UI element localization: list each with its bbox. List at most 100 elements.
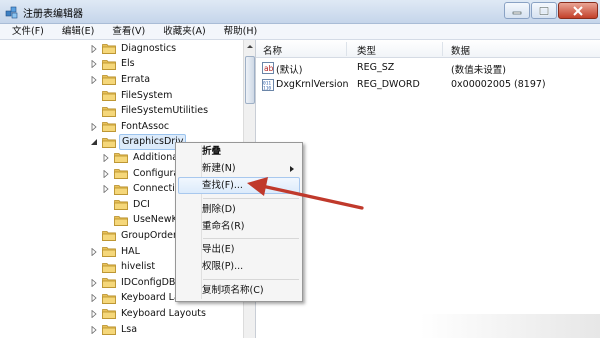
folder-icon xyxy=(114,184,128,195)
context-menu-find[interactable]: 查找(F)... xyxy=(202,178,243,194)
column-data-header[interactable]: 数据 xyxy=(451,43,470,57)
maximize-button[interactable] xyxy=(531,2,557,19)
expand-arrow-icon[interactable] xyxy=(90,293,98,303)
expand-arrow-icon[interactable] xyxy=(90,278,98,288)
expander-placeholder xyxy=(90,262,98,272)
expand-arrow-icon[interactable] xyxy=(90,325,98,335)
expand-arrow-icon[interactable] xyxy=(102,153,110,163)
list-header: 名称 类型 数据 xyxy=(256,40,600,58)
tree-item[interactable]: Additiona xyxy=(102,150,180,166)
svg-text:110: 110 xyxy=(263,86,271,92)
folder-icon xyxy=(102,324,116,335)
tree-item[interactable]: GraphicsDriv xyxy=(90,134,187,151)
tree-item-label: Lsa xyxy=(121,323,138,335)
watermark-overlay xyxy=(420,314,600,338)
value-data: 0x00002005 (8197) xyxy=(451,79,546,90)
minimize-button[interactable] xyxy=(504,2,530,19)
tree-item[interactable]: IDConfigDB xyxy=(90,275,177,291)
scrollbar-thumb[interactable] xyxy=(245,56,255,104)
folder-icon xyxy=(102,121,116,133)
expand-arrow-icon[interactable] xyxy=(102,184,110,194)
value-type: REG_DWORD xyxy=(357,79,420,90)
menu-help[interactable]: 帮助(H) xyxy=(212,24,264,39)
context-menu-rename[interactable]: 重命名(R) xyxy=(202,219,245,235)
column-type-header[interactable]: 类型 xyxy=(357,43,376,57)
expand-arrow-icon[interactable] xyxy=(102,169,110,179)
folder-icon xyxy=(114,215,128,226)
tree-item[interactable]: FontAssoc xyxy=(90,119,171,135)
scroll-up-arrow-icon[interactable] xyxy=(245,41,255,53)
context-menu-collapse[interactable]: 折叠 xyxy=(202,144,221,160)
tree-item[interactable]: Keyboard Layouts xyxy=(90,306,208,322)
menu-file[interactable]: 文件(F) xyxy=(0,24,50,39)
folder-icon xyxy=(102,230,116,242)
context-menu-copy-key-name[interactable]: 复制项名称(C) xyxy=(202,283,264,299)
expander-placeholder xyxy=(90,91,98,101)
context-menu-permissions[interactable]: 权限(P)... xyxy=(202,259,243,275)
tree-item[interactable]: GroupOrderl xyxy=(90,228,182,244)
expand-arrow-icon[interactable] xyxy=(90,59,98,69)
close-button[interactable] xyxy=(558,2,598,19)
menu-favorites[interactable]: 收藏夹(A) xyxy=(151,24,211,39)
value-data: (数值未设置) xyxy=(451,65,506,76)
folder-icon xyxy=(102,90,116,101)
expand-arrow-icon[interactable] xyxy=(90,44,98,54)
tree-item-label: FileSystemUtilities xyxy=(121,105,209,117)
tree-item-label: hivelist xyxy=(121,261,156,273)
tree-item[interactable]: Keyboard Lay xyxy=(90,291,187,307)
expand-arrow-icon[interactable] xyxy=(90,309,98,319)
tree-item-label: IDConfigDB xyxy=(121,276,176,288)
binary-value-icon: 011 110 xyxy=(262,79,274,92)
folder-icon xyxy=(114,168,128,179)
tree-item[interactable]: Configura xyxy=(102,166,181,182)
tree-item[interactable]: UseNewK xyxy=(102,213,180,229)
tree-item-label: Additiona xyxy=(133,151,179,163)
value-name: (默认) xyxy=(276,65,303,76)
tree-item[interactable]: HAL xyxy=(90,244,142,260)
tree-item[interactable]: Lsa xyxy=(90,322,139,338)
tree-item[interactable]: FileSystem xyxy=(90,88,174,104)
tree-item-label: FileSystem xyxy=(121,89,173,101)
tree-item[interactable]: Els xyxy=(90,57,137,73)
context-menu-new[interactable]: 新建(N) xyxy=(202,161,236,177)
expander-placeholder xyxy=(90,106,98,116)
expand-arrow-icon[interactable] xyxy=(90,75,98,85)
list-row[interactable]: 011 110 DxgKrnlVersion REG_DWORD 0x000020… xyxy=(256,77,600,94)
folder-icon xyxy=(102,293,116,304)
folder-icon xyxy=(102,308,116,320)
context-menu-export[interactable]: 导出(E) xyxy=(202,242,234,258)
column-name-header[interactable]: 名称 xyxy=(263,43,282,57)
folder-icon xyxy=(102,106,116,117)
folder-icon xyxy=(102,59,116,70)
context-menu: 折叠 新建(N) 查找(F)... 删除(D) 重命名(R) 导出(E) 权限(… xyxy=(175,142,303,302)
tree-item-label: FontAssoc xyxy=(121,120,170,132)
expander-placeholder xyxy=(90,231,98,241)
folder-icon xyxy=(114,199,128,211)
expand-arrow-icon[interactable] xyxy=(90,122,98,132)
folder-icon xyxy=(102,277,116,289)
window-title: 注册表编辑器 xyxy=(23,9,83,20)
menu-view[interactable]: 查看(V) xyxy=(100,24,151,39)
value-type: REG_SZ xyxy=(357,62,395,73)
tree-item[interactable]: Diagnostics xyxy=(90,41,178,57)
collapse-arrow-icon[interactable] xyxy=(90,137,98,147)
folder-icon xyxy=(102,74,116,86)
expand-arrow-icon[interactable] xyxy=(90,247,98,257)
tree-item[interactable]: Errata xyxy=(90,72,152,88)
tree-item-label: Errata xyxy=(121,73,151,85)
tree-item-label: Configura xyxy=(133,167,180,179)
submenu-arrow-icon xyxy=(290,166,294,172)
tree-item[interactable]: hivelist xyxy=(90,259,157,275)
tree-item-label: UseNewK xyxy=(133,214,178,226)
tree-item[interactable]: FileSystemUtilities xyxy=(90,103,210,119)
tree-item-label: DCI xyxy=(133,198,150,210)
list-row[interactable]: ab (默认) REG_SZ (数值未设置) xyxy=(256,60,600,77)
tree-item-label: GroupOrderl xyxy=(121,229,180,241)
folder-icon xyxy=(102,137,116,148)
tree-item[interactable]: DCI xyxy=(102,197,152,213)
context-menu-delete[interactable]: 删除(D) xyxy=(202,202,236,218)
svg-text:ab: ab xyxy=(264,64,274,73)
title-bar: 注册表编辑器 xyxy=(0,0,600,24)
menu-edit[interactable]: 编辑(E) xyxy=(50,24,100,39)
tree-item[interactable]: Connectiv xyxy=(102,181,183,197)
